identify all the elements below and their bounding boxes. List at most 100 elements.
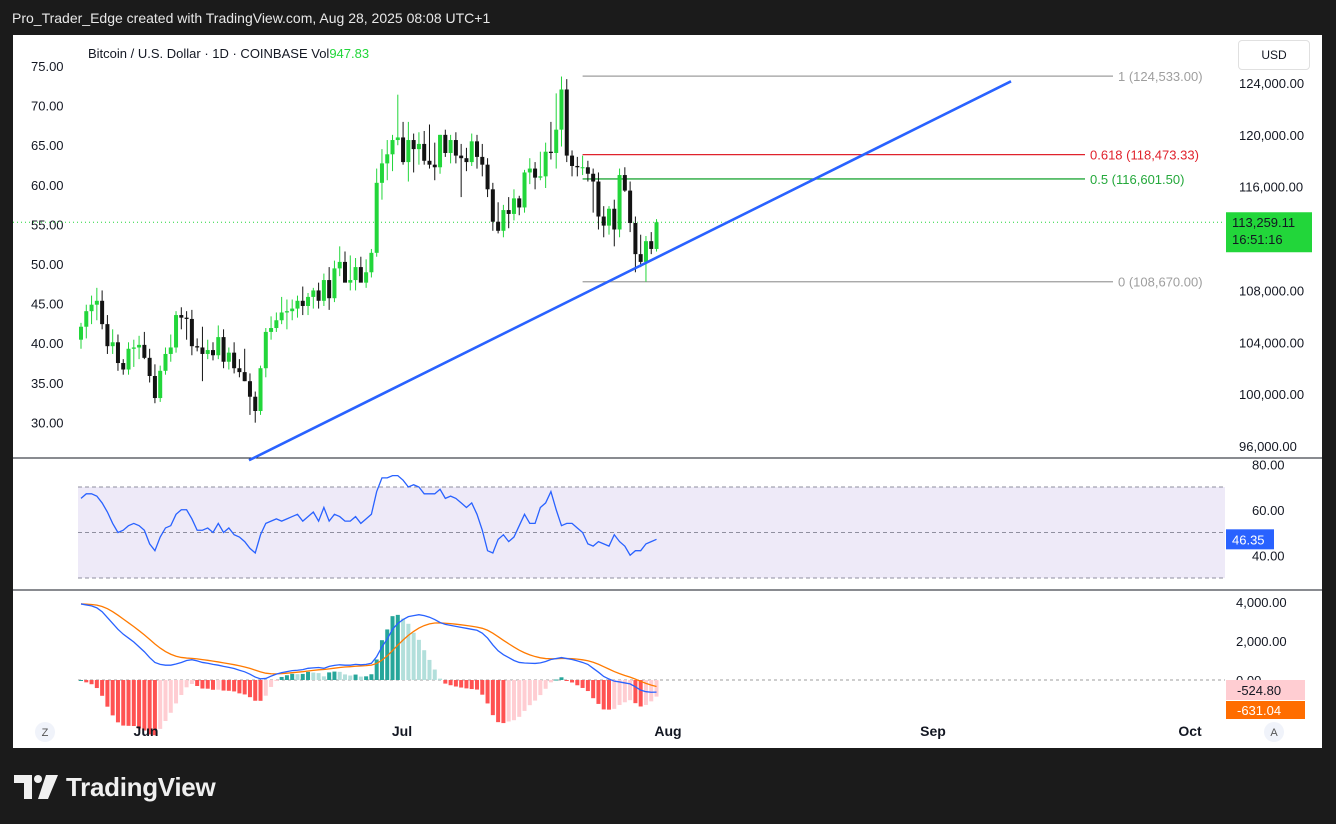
candle	[469, 133, 474, 166]
macd-histogram-bar	[390, 616, 395, 680]
candle	[163, 347, 168, 375]
candle	[337, 246, 342, 277]
price-axis-tick: 104,000.00	[1239, 335, 1304, 350]
macd-histogram-bar	[548, 680, 553, 683]
price-axis-tick: 100,000.00	[1239, 387, 1304, 402]
candle	[554, 93, 559, 169]
candle-body	[490, 189, 495, 222]
chart-canvas[interactable]: 124,000.00120,000.00116,000.00112,000.00…	[13, 35, 1322, 748]
left-axis-tick: 35.00	[31, 376, 64, 391]
candle-body	[554, 129, 559, 154]
macd-histogram-bar	[274, 680, 279, 681]
legend-symbol: Bitcoin / U.S. Dollar · 1D · COINBASE	[88, 46, 311, 61]
candle	[485, 158, 490, 198]
price-axis-tick: 96,000.00	[1239, 439, 1297, 454]
currency-button[interactable]: USD	[1238, 40, 1310, 70]
macd-histogram-bar	[168, 680, 173, 713]
macd-histogram-bar	[332, 671, 337, 680]
candle	[612, 199, 617, 247]
legend-vol-label: Vol	[311, 46, 329, 61]
macd-histogram-bar	[327, 672, 332, 680]
macd-histogram-bar	[263, 680, 268, 696]
corner-button-right[interactable]: A	[1264, 722, 1284, 742]
candle-body	[316, 290, 321, 301]
candle-body	[158, 370, 163, 399]
macd-histogram-bar	[158, 680, 163, 729]
macd-histogram-bar	[575, 680, 580, 686]
candle-body	[654, 222, 659, 249]
macd-histogram-bar	[453, 680, 458, 687]
candle	[559, 76, 564, 147]
candle-body	[84, 311, 89, 327]
candle	[179, 307, 184, 330]
candle	[232, 342, 237, 374]
candle-body	[115, 342, 120, 364]
candle	[654, 219, 659, 252]
fib-level-label: 0.5 (116,601.50)	[1090, 172, 1184, 187]
candle-body	[337, 261, 342, 269]
candle-body	[221, 337, 226, 362]
candle-body	[596, 181, 601, 217]
macd-histogram-bar	[527, 680, 532, 706]
macd-histogram-bar	[406, 623, 411, 680]
candle-body	[142, 344, 147, 358]
candle	[263, 328, 268, 378]
last-price-countdown: 16:51:16	[1232, 232, 1283, 247]
macd-histogram-bar	[311, 672, 316, 680]
macd-histogram-bar	[94, 680, 99, 689]
macd-histogram-bar	[411, 632, 416, 680]
macd-histogram-bar	[596, 680, 601, 704]
candle	[475, 134, 479, 169]
macd-histogram-bar	[501, 680, 506, 724]
candle-body	[559, 89, 564, 130]
candle-body	[601, 216, 606, 226]
candle-body	[438, 134, 443, 168]
candle-body	[453, 140, 458, 156]
candle-body	[527, 168, 532, 173]
candle	[643, 235, 648, 282]
left-axis-tick: 55.00	[31, 217, 64, 232]
candle-body	[575, 165, 580, 168]
time-axis-label: Aug	[654, 723, 681, 739]
macd-histogram-bar	[84, 680, 89, 683]
candle-body	[543, 151, 548, 177]
publish-header: Pro_Trader_Edge created with TradingView…	[12, 10, 491, 26]
macd-histogram-bar	[221, 680, 226, 691]
candle	[205, 339, 210, 360]
candle	[533, 162, 538, 190]
macd-histogram-bar	[559, 677, 564, 680]
chart-frame[interactable]: 124,000.00120,000.00116,000.00112,000.00…	[13, 35, 1322, 748]
candle-body	[633, 223, 638, 255]
candle-body	[174, 315, 179, 348]
candle-body	[290, 308, 295, 312]
candle-body	[327, 280, 332, 299]
macd-histogram-bar	[174, 680, 179, 704]
candle	[84, 304, 89, 339]
macd-histogram-bar	[295, 674, 300, 680]
macd-histogram-bar	[300, 673, 305, 680]
left-axis-tick: 75.00	[31, 59, 64, 74]
macd-histogram-bar	[211, 680, 215, 690]
macd-histogram-bar	[306, 671, 311, 680]
candle-body	[612, 208, 617, 230]
candle-body	[100, 300, 105, 325]
candle	[369, 248, 374, 278]
time-axis-label: Jun	[134, 723, 159, 739]
time-axis-label: Sep	[920, 723, 946, 739]
candle-body	[269, 328, 274, 332]
candle	[353, 258, 358, 291]
macd-histogram-bar	[511, 680, 516, 721]
candle-body	[195, 346, 200, 348]
candle	[401, 121, 406, 165]
macd-histogram-bar	[369, 674, 374, 680]
candle	[316, 282, 321, 309]
macd-histogram-bar	[226, 680, 231, 691]
macd-histogram-bar	[79, 680, 83, 681]
candle	[490, 182, 495, 231]
candle	[443, 129, 448, 157]
corner-button-left[interactable]: Z	[35, 722, 55, 742]
candle-body	[306, 296, 311, 306]
macd-histogram-bar	[649, 680, 654, 702]
candle-body	[628, 190, 633, 224]
candle	[570, 150, 575, 177]
